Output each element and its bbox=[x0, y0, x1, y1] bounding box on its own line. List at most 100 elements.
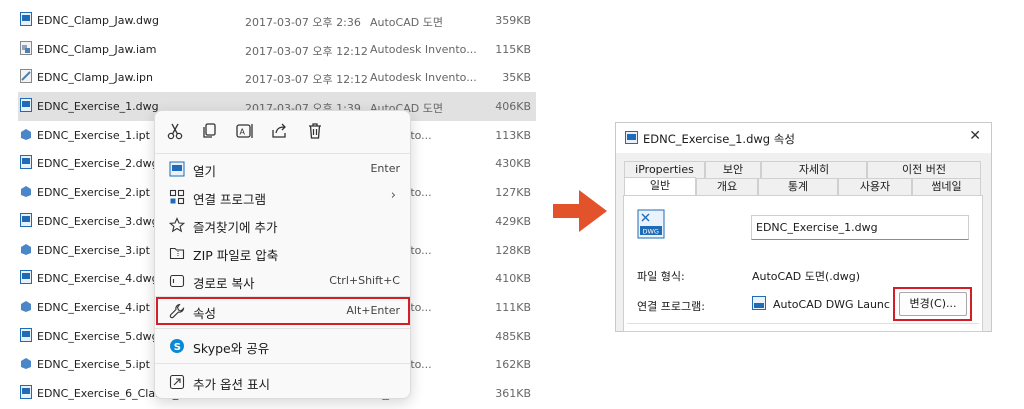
open-with-label: 연결 프로그램: bbox=[637, 300, 705, 313]
menu-item-label: ZIP 파일로 압축 bbox=[193, 248, 279, 263]
menu-item-zip[interactable]: ZIP 파일로 압축 bbox=[159, 240, 408, 266]
dwg-file-icon bbox=[20, 327, 32, 342]
menu-separator bbox=[155, 328, 410, 329]
zip-icon bbox=[169, 247, 185, 260]
svg-text:S: S bbox=[174, 342, 181, 353]
file-name: EDNC_Exercise_5.dwg bbox=[37, 329, 159, 343]
star-icon bbox=[169, 217, 185, 233]
tab-security[interactable]: 보안 bbox=[705, 161, 761, 178]
dwg-file-icon bbox=[20, 155, 32, 170]
svg-text:DWG: DWG bbox=[643, 228, 659, 236]
delete-icon[interactable] bbox=[305, 121, 325, 141]
file-size: 115KB bbox=[495, 42, 531, 56]
autocad-launcher-icon bbox=[752, 296, 766, 310]
file-size: 361KB bbox=[495, 386, 531, 400]
ipn-file-icon bbox=[20, 69, 32, 84]
file-row[interactable]: EDNC_Clamp_Jaw.iam 2017-03-07 오후 12:12 A… bbox=[18, 35, 536, 64]
file-name: EDNC_Clamp_Jaw.dwg bbox=[37, 14, 159, 27]
filename-field[interactable]: EDNC_Exercise_1.dwg bbox=[751, 215, 969, 240]
file-size: 162KB bbox=[495, 358, 531, 372]
file-date: 2017-03-07 오후 12:12 bbox=[245, 73, 368, 87]
file-row[interactable]: EDNC_Clamp_Jaw.ipn 2017-03-07 오후 12:12 A… bbox=[18, 63, 536, 92]
file-size: 113KB bbox=[495, 128, 531, 142]
menu-item-open[interactable]: 열기 Enter bbox=[159, 156, 408, 182]
copy-icon[interactable] bbox=[200, 121, 220, 141]
menu-item-share-skype[interactable]: S Skype와 공유 bbox=[159, 333, 408, 359]
file-name: EDNC_Clamp_Jaw.iam bbox=[37, 42, 157, 56]
ipt-file-icon bbox=[21, 128, 31, 140]
context-menu: A 열기 Enter 연결 프로그램 › 즐겨찾기에 추가 ZIP 파일로 압축… bbox=[154, 110, 411, 399]
dwg-large-icon: DWG bbox=[637, 209, 665, 239]
tab-details[interactable]: 자세히 bbox=[761, 161, 867, 178]
menu-separator bbox=[155, 363, 410, 364]
file-name: EDNC_Exercise_2.ipt bbox=[37, 186, 150, 200]
file-name: EDNC_Exercise_3.ipt bbox=[37, 243, 150, 257]
file-date: 2017-03-07 오후 2:36 bbox=[245, 16, 361, 29]
dialog-titlebar: EDNC_Exercise_1.dwg 속성 ✕ bbox=[616, 123, 991, 153]
open-icon bbox=[169, 161, 185, 177]
ipt-file-icon bbox=[21, 186, 31, 198]
svg-text:A: A bbox=[240, 128, 246, 137]
menu-item-label: 열기 bbox=[193, 164, 217, 179]
skype-icon: S bbox=[170, 339, 184, 353]
dialog-title: EDNC_Exercise_1.dwg 속성 bbox=[643, 132, 795, 146]
dwg-file-icon bbox=[20, 384, 32, 399]
dwg-file-icon bbox=[20, 212, 32, 227]
menu-item-label: 연결 프로그램 bbox=[193, 192, 266, 207]
menu-item-open-with[interactable]: 연결 프로그램 › bbox=[159, 184, 408, 210]
file-name: EDNC_Exercise_5.ipt bbox=[37, 358, 150, 372]
menu-item-label: 경로로 복사 bbox=[193, 276, 255, 291]
tab-summary[interactable]: 개요 bbox=[696, 178, 758, 195]
file-row[interactable]: EDNC_Clamp_Jaw.dwg 2017-03-07 오후 2:36 Au… bbox=[18, 6, 536, 35]
tab-statistics[interactable]: 통계 bbox=[758, 178, 838, 195]
file-name: EDNC_Exercise_1.dwg bbox=[37, 100, 159, 114]
change-button-highlight-box bbox=[893, 287, 972, 321]
tab-previous-versions[interactable]: 이전 버전 bbox=[867, 161, 981, 178]
iam-file-icon bbox=[20, 40, 32, 55]
tab-custom[interactable]: 사용자 bbox=[838, 178, 912, 195]
file-name: EDNC_Exercise_3.dwg bbox=[37, 214, 159, 228]
file-size: 410KB bbox=[495, 272, 531, 286]
close-icon[interactable]: ✕ bbox=[969, 128, 981, 144]
menu-separator bbox=[155, 153, 410, 154]
file-type: Autodesk Invento... bbox=[370, 71, 477, 85]
dwg-file-icon bbox=[20, 270, 32, 285]
menu-item-label: 즐겨찾기에 추가 bbox=[193, 220, 278, 235]
share-icon[interactable] bbox=[270, 121, 290, 141]
tab-iproperties[interactable]: iProperties bbox=[624, 161, 705, 178]
file-name: EDNC_Exercise_1.ipt bbox=[37, 128, 150, 142]
menu-item-label: 추가 옵션 표시 bbox=[193, 377, 270, 392]
file-date: 2017-03-07 오후 12:12 bbox=[245, 44, 368, 58]
file-name: EDNC_Exercise_2.dwg bbox=[37, 157, 159, 171]
dwg-file-icon bbox=[20, 12, 32, 26]
file-size: 485KB bbox=[495, 329, 531, 343]
cut-icon[interactable] bbox=[165, 121, 185, 141]
file-size: 406KB bbox=[495, 100, 531, 114]
ipt-file-icon bbox=[21, 300, 31, 312]
file-type-label: 파일 형식: bbox=[637, 270, 685, 283]
file-size: 111KB bbox=[495, 300, 531, 314]
ipt-file-icon bbox=[21, 358, 31, 370]
file-size: 127KB bbox=[495, 186, 531, 200]
dwg-file-icon bbox=[20, 98, 32, 113]
panel-separator bbox=[627, 323, 979, 324]
file-name: EDNC_Exercise_4.dwg bbox=[37, 272, 159, 286]
open-with-value: AutoCAD DWG Launche bbox=[773, 298, 890, 311]
file-type-value: AutoCAD 도면(.dwg) bbox=[752, 270, 860, 283]
menu-item-add-favorites[interactable]: 즐겨찾기에 추가 bbox=[159, 212, 408, 238]
file-name: EDNC_Clamp_Jaw.ipn bbox=[37, 71, 153, 85]
rename-icon[interactable]: A bbox=[235, 121, 255, 141]
properties-highlight-box bbox=[156, 297, 410, 325]
file-size: 430KB bbox=[495, 157, 531, 171]
context-menu-toolbar: A bbox=[155, 111, 410, 151]
chevron-right-icon: › bbox=[390, 188, 396, 203]
tab-general[interactable]: 일반 bbox=[624, 177, 696, 196]
file-type: Autodesk Invento... bbox=[370, 42, 477, 56]
file-size: 359KB bbox=[495, 14, 531, 27]
arrow-right-icon bbox=[553, 190, 607, 232]
copy-path-icon bbox=[169, 274, 185, 288]
tab-thumbnail[interactable]: 썸네일 bbox=[912, 178, 981, 195]
file-size: 429KB bbox=[495, 214, 531, 228]
menu-item-copy-path[interactable]: 경로로 복사 Ctrl+Shift+C bbox=[159, 268, 408, 294]
menu-item-more-options[interactable]: 추가 옵션 표시 bbox=[159, 369, 408, 395]
